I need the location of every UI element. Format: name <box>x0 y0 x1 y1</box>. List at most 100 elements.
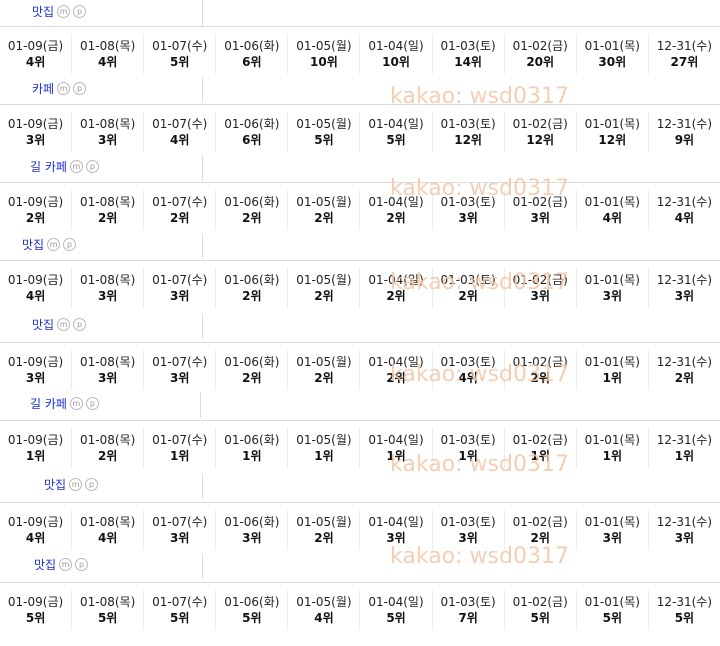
rank-value: 4위 <box>602 211 622 225</box>
rank-value: 12위 <box>598 133 627 147</box>
rank-row: 01-09(금) 4위 01-08(목) 3위 01-07(수) 3위 01-06(화) 2위… <box>0 268 720 308</box>
keyword-title[interactable]: 길 카페 <box>30 158 67 175</box>
keyword-title[interactable]: 맛집 <box>32 316 54 333</box>
pc-badge-icon: p <box>85 397 99 410</box>
rank-cell: 01-06(화) 6위 <box>216 112 289 152</box>
rank-value: 3위 <box>602 531 622 545</box>
keyword-title[interactable]: 카페 <box>32 80 54 97</box>
rank-date: 12-31(수) <box>656 433 713 447</box>
rank-cell: 01-06(화) 2위 <box>216 190 289 230</box>
rank-date: 01-01(목) <box>584 195 640 209</box>
rank-date: 01-05(월) <box>296 39 352 53</box>
rank-value: 4위 <box>25 55 46 69</box>
rank-date: 01-02(금) <box>512 433 568 447</box>
rank-cell: 01-01(목) 30위 <box>577 34 649 74</box>
keyword-title[interactable]: 맛집 <box>44 476 66 493</box>
rank-row: 01-09(금) 3위 01-08(목) 3위 01-07(수) 4위 01-06(화) 6위… <box>0 112 720 152</box>
rank-cell: 01-06(화) 1위 <box>216 428 289 468</box>
rank-cell: 01-05(월) 5위 <box>288 112 361 152</box>
rank-value: 6위 <box>242 55 262 69</box>
rank-value: 2위 <box>242 289 262 303</box>
rank-date: 01-08(목) <box>80 595 136 609</box>
rank-value: 4위 <box>97 531 118 545</box>
pc-badge-icon: p <box>63 238 77 251</box>
mobile-badge-icon: m <box>57 318 71 331</box>
rank-value: 6위 <box>242 133 262 147</box>
rank-value: 4위 <box>170 133 190 147</box>
keyword-title-group: 카페 m p <box>32 80 87 97</box>
rank-value: 2위 <box>170 211 190 225</box>
rank-cell: 01-09(금) 4위 <box>0 34 73 74</box>
pc-badge-icon: p <box>85 478 99 491</box>
rank-cell: 01-08(목) 4위 <box>72 510 145 550</box>
rank-value: 14위 <box>454 55 482 69</box>
rank-cell: 01-01(목) 1위 <box>577 428 649 468</box>
rank-value: 2위 <box>530 371 550 385</box>
pc-badge-icon: p <box>85 160 99 173</box>
rank-cell: 01-04(일) 2위 <box>360 268 433 308</box>
rank-cell: 01-07(수) 2위 <box>144 190 217 230</box>
rank-date: 01-04(일) <box>368 195 424 209</box>
keyword-title[interactable]: 맛집 <box>32 3 54 20</box>
rank-date: 01-06(화) <box>224 355 280 369</box>
rank-cell: 01-07(수) 3위 <box>144 510 217 550</box>
rank-cell: 12-31(수) 3위 <box>649 268 720 308</box>
header-divider <box>202 553 203 579</box>
rank-date: 01-05(월) <box>296 195 352 209</box>
row-separator <box>0 104 720 105</box>
rank-date: 01-09(금) <box>7 39 64 53</box>
keyword-title[interactable]: 맛집 <box>22 236 44 253</box>
rank-cell: 01-03(토) 3위 <box>433 190 505 230</box>
rank-cell: 01-09(금) 4위 <box>0 510 73 550</box>
rank-date: 01-01(목) <box>584 595 640 609</box>
header-divider <box>200 392 201 418</box>
rank-value: 1위 <box>170 449 190 463</box>
rank-cell: 01-06(화) 5위 <box>216 590 289 630</box>
keyword-title[interactable]: 맛집 <box>34 556 56 573</box>
keyword-title-group: 길 카페 m p <box>30 395 99 412</box>
rank-cell: 01-09(금) 2위 <box>0 190 73 230</box>
keyword-title[interactable]: 길 카페 <box>30 395 67 412</box>
rank-cell: 01-05(월) 4위 <box>288 590 361 630</box>
rank-value: 1위 <box>242 449 262 463</box>
rank-value: 3위 <box>674 289 695 303</box>
mobile-badge-icon: m <box>69 160 83 173</box>
rank-date: 01-05(월) <box>296 595 352 609</box>
keyword-title-group: 맛집 m p <box>34 556 89 573</box>
rank-date: 01-07(수) <box>152 433 208 447</box>
rank-cell: 01-04(일) 10위 <box>360 34 433 74</box>
rank-date: 01-01(목) <box>584 515 640 529</box>
rank-value: 4위 <box>458 371 478 385</box>
rank-date: 01-01(목) <box>584 39 640 53</box>
rank-row: 01-09(금) 1위 01-08(목) 2위 01-07(수) 1위 01-06(화) 1위… <box>0 428 720 468</box>
rank-date: 01-04(일) <box>368 355 424 369</box>
rank-cell: 12-31(수) 1위 <box>649 428 720 468</box>
rank-date: 01-03(토) <box>440 515 496 529</box>
rank-cell: 01-06(화) 2위 <box>216 350 289 390</box>
rank-date: 01-09(금) <box>7 595 64 609</box>
row-separator <box>0 342 720 343</box>
rank-value: 5위 <box>602 611 622 625</box>
keyword-title-group: 맛집 m p <box>44 476 99 493</box>
rank-date: 01-07(수) <box>152 39 208 53</box>
rank-cell: 01-08(목) 2위 <box>72 428 145 468</box>
rank-date: 01-07(수) <box>152 515 208 529</box>
keyword-header: 카페 m p <box>0 77 720 103</box>
rank-date: 01-08(목) <box>80 117 136 131</box>
rank-date: 01-06(화) <box>224 195 280 209</box>
rank-date: 01-02(금) <box>512 355 568 369</box>
rank-date: 01-02(금) <box>512 273 568 287</box>
keyword-header: 맛집 m p <box>0 233 720 259</box>
row-separator <box>0 420 720 421</box>
pc-badge-icon: p <box>73 82 87 95</box>
rank-date: 01-05(월) <box>296 117 352 131</box>
rank-value: 2위 <box>97 211 118 225</box>
rank-date: 01-05(월) <box>296 433 352 447</box>
rank-date: 01-01(목) <box>584 117 640 131</box>
rank-date: 01-03(토) <box>440 195 496 209</box>
rank-date: 01-06(화) <box>224 39 280 53</box>
rank-value: 5위 <box>674 611 695 625</box>
rank-value: 3위 <box>602 289 622 303</box>
rank-value: 3위 <box>458 531 478 545</box>
rank-value: 12위 <box>454 133 482 147</box>
